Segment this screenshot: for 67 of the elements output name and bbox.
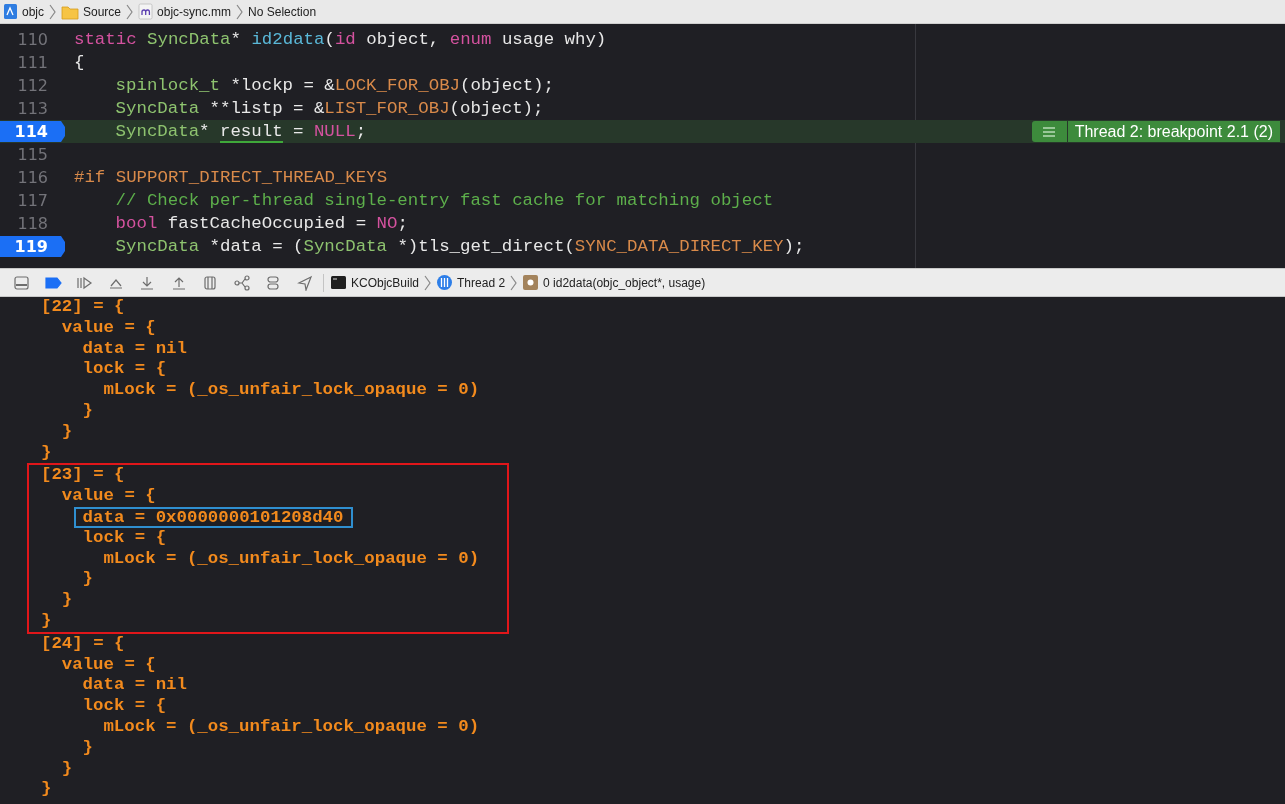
project-icon [3,3,18,20]
console-output-line: } [82,402,94,419]
code-line: SyncData **listp = &LIST_FOR_OBJ(object); [114,99,545,118]
console-output-line: value = { [61,487,156,505]
line-number: 113 [16,99,48,118]
console-output-line: } [41,611,52,629]
line-number: 112 [16,76,48,95]
continue-icon[interactable] [76,274,94,291]
code-line: { [73,53,86,72]
console-output-line: mLock = (_os_unfair_lock_opaque = 0) [103,549,480,567]
line-number: 118 [16,214,48,233]
console-output-line: data = nil [82,339,187,357]
objc-file-icon [138,3,154,20]
console-output-line: } [82,570,94,588]
terminal-icon [330,274,347,291]
code-line: static SyncData* id2data(id object, enum usage why) [73,30,608,49]
console-output-line: } [41,443,52,461]
location-icon[interactable] [296,274,314,291]
console-toggle-icon[interactable] [13,274,31,291]
console-output-line: [23] = { [41,466,125,484]
console-output-line: [24] = { [41,634,125,652]
console-output-line: lock = { [82,360,167,378]
line-number: 115 [16,145,48,164]
chevron-icon [125,2,135,21]
memory-graph-icon[interactable] [233,274,251,291]
path-item[interactable]: KCObjcBuild [351,275,420,290]
console-output-line: } [61,422,73,440]
code-line: bool fastCacheOccupied = NO; [114,214,409,233]
path-item[interactable]: 0 id2data(objc_object*, usage) [543,275,706,290]
breadcrumb-item[interactable]: Source [83,4,122,19]
folder-icon [61,3,79,20]
console-output-line: lock = { [82,697,167,715]
thread-icon [436,274,454,291]
line-number: 119 [13,237,48,256]
chevron-icon [423,273,433,292]
breakpoint-label: Thread 2: breakpoint 2.1 (2) [1067,121,1280,142]
console-output-line: } [61,759,73,777]
console-output-line: } [41,780,52,798]
line-number: 117 [16,191,48,210]
line-number: 111 [16,53,48,72]
code-line: spinlock_t *lockp = &LOCK_FOR_OBJ(object); [114,76,555,95]
console-output-line: data = nil [82,676,187,694]
breadcrumb-item[interactable]: objc [22,4,44,19]
console-output-line: [22] = { [41,298,125,315]
console-output-line: } [61,591,73,609]
line-number: 116 [16,168,48,187]
breadcrumb-item[interactable]: objc-sync.mm [157,4,232,19]
chevron-icon [48,2,57,21]
breadcrumb-item[interactable]: No Selection [248,4,317,19]
breakpoint-toggle-icon[interactable] [44,274,62,291]
chevron-icon [509,273,519,292]
chevron-icon [235,2,245,21]
menu-icon[interactable] [1031,121,1067,142]
console-output-line: value = { [61,318,156,336]
code-line: #if SUPPORT_DIRECT_THREAD_KEYS [73,168,389,187]
line-number: 110 [16,30,48,49]
console-output-line: value = { [61,655,156,673]
path-item[interactable]: Thread 2 [457,275,506,290]
breakpoint-marker[interactable]: 119 [0,236,65,257]
line-number: 114 [13,122,48,141]
breakpoint-marker[interactable]: 114 [0,121,65,142]
code-line: SyncData *data = (SyncData *)tls_get_direct(SYNC_DATA_DIRECT_KEY); [114,237,806,256]
console-output-line: mLock = (_os_unfair_lock_opaque = 0) [103,717,480,735]
code-line: // Check per-thread single-entry fast cache for matching object [114,191,775,210]
console-output-line: } [82,738,94,756]
console-output-line: mLock = (_os_unfair_lock_opaque = 0) [103,381,480,399]
console-output-line: lock = { [82,528,167,546]
